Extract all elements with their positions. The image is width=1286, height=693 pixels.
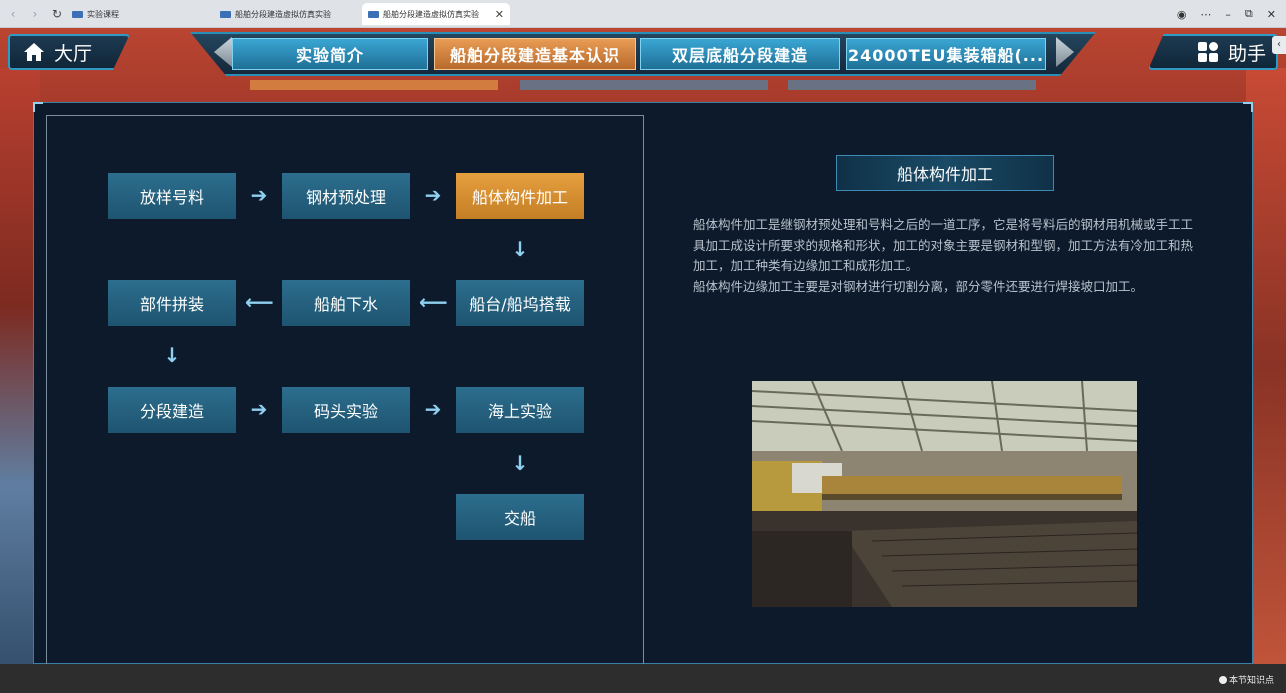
browser-tab-title: 船舶分段建造虚拟仿真实验 (383, 9, 479, 19)
browser-tab-1[interactable]: 实验课程 (66, 3, 212, 25)
site-favicon-icon (72, 10, 83, 18)
sub-nav-strip (520, 80, 768, 90)
flow-node[interactable]: 海上实验 (456, 387, 584, 433)
tab-intro[interactable]: 实验简介 (232, 38, 428, 70)
description-paragraph: 船体构件加工是继钢材预处理和号料之后的一道工序，它是将号料后的钢材用机械或手工工… (693, 217, 1194, 273)
flow-node-label: 船体构件加工 (471, 188, 568, 207)
flow-node-label: 交船 (503, 509, 536, 528)
detail-title: 船体构件加工 (836, 155, 1054, 191)
tab-label: 实验简介 (295, 46, 364, 65)
site-favicon-icon (220, 10, 231, 18)
flow-node-active[interactable]: 船体构件加工 (456, 173, 584, 219)
tab-container-ship[interactable]: 24000TEU集装箱船(... (846, 38, 1046, 70)
flow-node-label: 海上实验 (487, 402, 552, 421)
arrow-right-icon: ➔ (424, 397, 442, 421)
close-window-icon[interactable]: ✕ (1267, 8, 1276, 21)
site-favicon-icon (368, 10, 379, 18)
arrow-right-icon: ➔ (250, 397, 268, 421)
arrow-right-icon: ➔ (250, 183, 268, 207)
description-paragraph: 船体构件边缘加工主要是对钢材进行切割分离，部分零件还要进行焊接坡口加工。 (693, 278, 1144, 294)
content-panel: 放样号料 ➔ 钢材预处理 ➔ 船体构件加工 ↓ 船台/船坞搭载 ⟵ 船舶下水 ⟵… (33, 102, 1253, 664)
apps-icon (1197, 42, 1218, 62)
flow-node[interactable]: 部件拼装 (108, 280, 236, 326)
knowledge-points-button[interactable]: 本节知识点 (1218, 673, 1274, 686)
close-tab-icon[interactable]: ✕ (489, 8, 504, 21)
panel-corner (1243, 102, 1253, 112)
detail-title-text: 船体构件加工 (896, 165, 993, 184)
factory-illustration (752, 381, 1137, 607)
browser-tab-title: 实验课程 (87, 9, 119, 19)
panel-corner (33, 102, 43, 112)
hall-label: 大厅 (54, 42, 93, 65)
reload-icon[interactable]: ↻ (48, 5, 66, 23)
tab-basic-knowledge[interactable]: 船舶分段建造基本认识 (434, 38, 636, 70)
flow-node[interactable]: 分段建造 (108, 387, 236, 433)
browser-chrome: ‹ › ↻ 实验课程 船舶分段建造虚拟仿真实验 船舶分段建造虚拟仿真实验 ✕ ◉… (0, 0, 1286, 28)
flow-node[interactable]: 码头实验 (282, 387, 410, 433)
hall-button[interactable]: 大厅 (8, 34, 130, 70)
knowledge-label: 本节知识点 (1228, 676, 1274, 686)
detail-description: 船体构件加工是继钢材预处理和号料之后的一道工序，它是将号料后的钢材用机械或手工工… (693, 215, 1193, 297)
arrow-down-icon: ↓ (163, 343, 181, 367)
browser-tab-3[interactable]: 船舶分段建造虚拟仿真实验 ✕ (362, 3, 510, 25)
info-icon (1218, 675, 1227, 684)
browser-tab-title: 船舶分段建造虚拟仿真实验 (235, 9, 331, 19)
home-icon (24, 43, 44, 61)
flow-node[interactable]: 船舶下水 (282, 280, 410, 326)
flow-node-label: 船舶下水 (313, 295, 378, 314)
more-icon[interactable]: ⋯ (1200, 8, 1211, 21)
back-icon[interactable]: ‹ (4, 5, 22, 23)
flow-node[interactable]: 钢材预处理 (282, 173, 410, 219)
tab-label: 船舶分段建造基本认识 (449, 46, 620, 65)
app-stage: 大厅 实验简介 船舶分段建造基本认识 双层底船分段建造 24000TEU集装箱船… (0, 28, 1286, 664)
bottom-bar: 本节知识点 (0, 664, 1286, 693)
tab-label: 24000TEU集装箱船(... (847, 46, 1045, 65)
flow-node[interactable]: 放样号料 (108, 173, 236, 219)
arrow-left-icon: ⟵ (245, 290, 274, 314)
collapse-sidebar-icon[interactable]: ‹ (1272, 36, 1286, 54)
tab-label: 双层底船分段建造 (671, 46, 808, 65)
flow-node[interactable]: 交船 (456, 494, 584, 540)
arrow-down-icon: ↓ (511, 237, 529, 261)
flow-node[interactable]: 船台/船坞搭载 (456, 280, 584, 326)
arrow-right-icon: ➔ (424, 183, 442, 207)
sub-nav-strip (788, 80, 1036, 90)
sub-nav-strip (250, 80, 498, 90)
arrow-left-icon: ⟵ (419, 290, 448, 314)
helper-button[interactable]: 助手 (1148, 34, 1278, 70)
globe-icon[interactable]: ◉ (1177, 8, 1187, 21)
window-controls: ◉ ⋯ – ⧉ ✕ (1177, 0, 1276, 28)
flow-node-label: 部件拼装 (139, 295, 204, 314)
flow-node-label: 码头实验 (313, 402, 378, 421)
flow-node-label: 分段建造 (139, 402, 204, 421)
cutting-machine-photo (752, 381, 1137, 607)
browser-tab-2[interactable]: 船舶分段建造虚拟仿真实验 (214, 3, 360, 25)
restore-icon[interactable]: ⧉ (1245, 7, 1253, 21)
forward-icon[interactable]: › (26, 5, 44, 23)
flow-node-label: 放样号料 (139, 188, 204, 207)
minimize-icon[interactable]: – (1225, 8, 1231, 21)
helper-label: 助手 (1227, 42, 1266, 65)
flow-node-label: 钢材预处理 (305, 188, 386, 207)
flow-node-label: 船台/船坞搭载 (469, 295, 571, 314)
tab-double-bottom[interactable]: 双层底船分段建造 (640, 38, 840, 70)
process-flowchart: 放样号料 ➔ 钢材预处理 ➔ 船体构件加工 ↓ 船台/船坞搭载 ⟵ 船舶下水 ⟵… (46, 115, 644, 664)
arrow-down-icon: ↓ (511, 451, 529, 475)
